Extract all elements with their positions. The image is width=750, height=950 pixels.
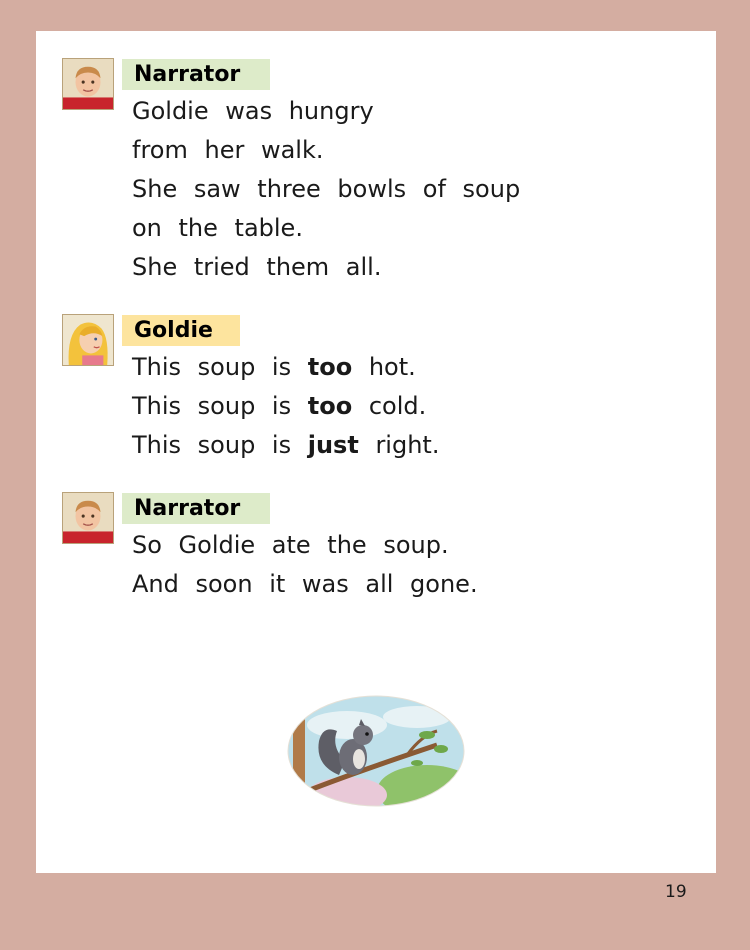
girl-portrait-icon [62, 314, 114, 366]
emphasis-word: too [307, 353, 353, 381]
text-line: This soup is just right. [132, 431, 440, 459]
text-line: on the table. [132, 214, 303, 242]
boy-portrait-icon [62, 492, 114, 544]
text-line: So Goldie ate the soup. [132, 531, 449, 559]
page-number: 19 [665, 882, 687, 902]
text-line: She tried them all. [132, 253, 382, 281]
text-line: from her walk. [132, 136, 324, 164]
text-line: Goldie was hungry [132, 97, 374, 125]
speaker-label-narrator: Narrator [122, 59, 270, 90]
boy-portrait-icon [62, 58, 114, 110]
book-page: Narrator Goldie was hungry from her walk… [36, 31, 716, 873]
text-line: And soon it was all gone. [132, 570, 478, 598]
speaker-label-goldie: Goldie [122, 315, 240, 346]
emphasis-word: too [307, 392, 353, 420]
dialogue-lines: So Goldie ate the soup. And soon it was … [132, 526, 478, 604]
speaker-label-narrator: Narrator [122, 493, 270, 524]
dialogue-lines: Goldie was hungry from her walk. She saw… [132, 92, 520, 287]
emphasis-word: just [307, 431, 359, 459]
text-line: This soup is too hot. [132, 353, 416, 381]
dialogue-lines: This soup is too hot. This soup is too c… [132, 348, 439, 465]
text-line: She saw three bowls of soup [132, 175, 521, 203]
squirrel-illustration [287, 695, 465, 807]
text-line: This soup is too cold. [132, 392, 427, 420]
